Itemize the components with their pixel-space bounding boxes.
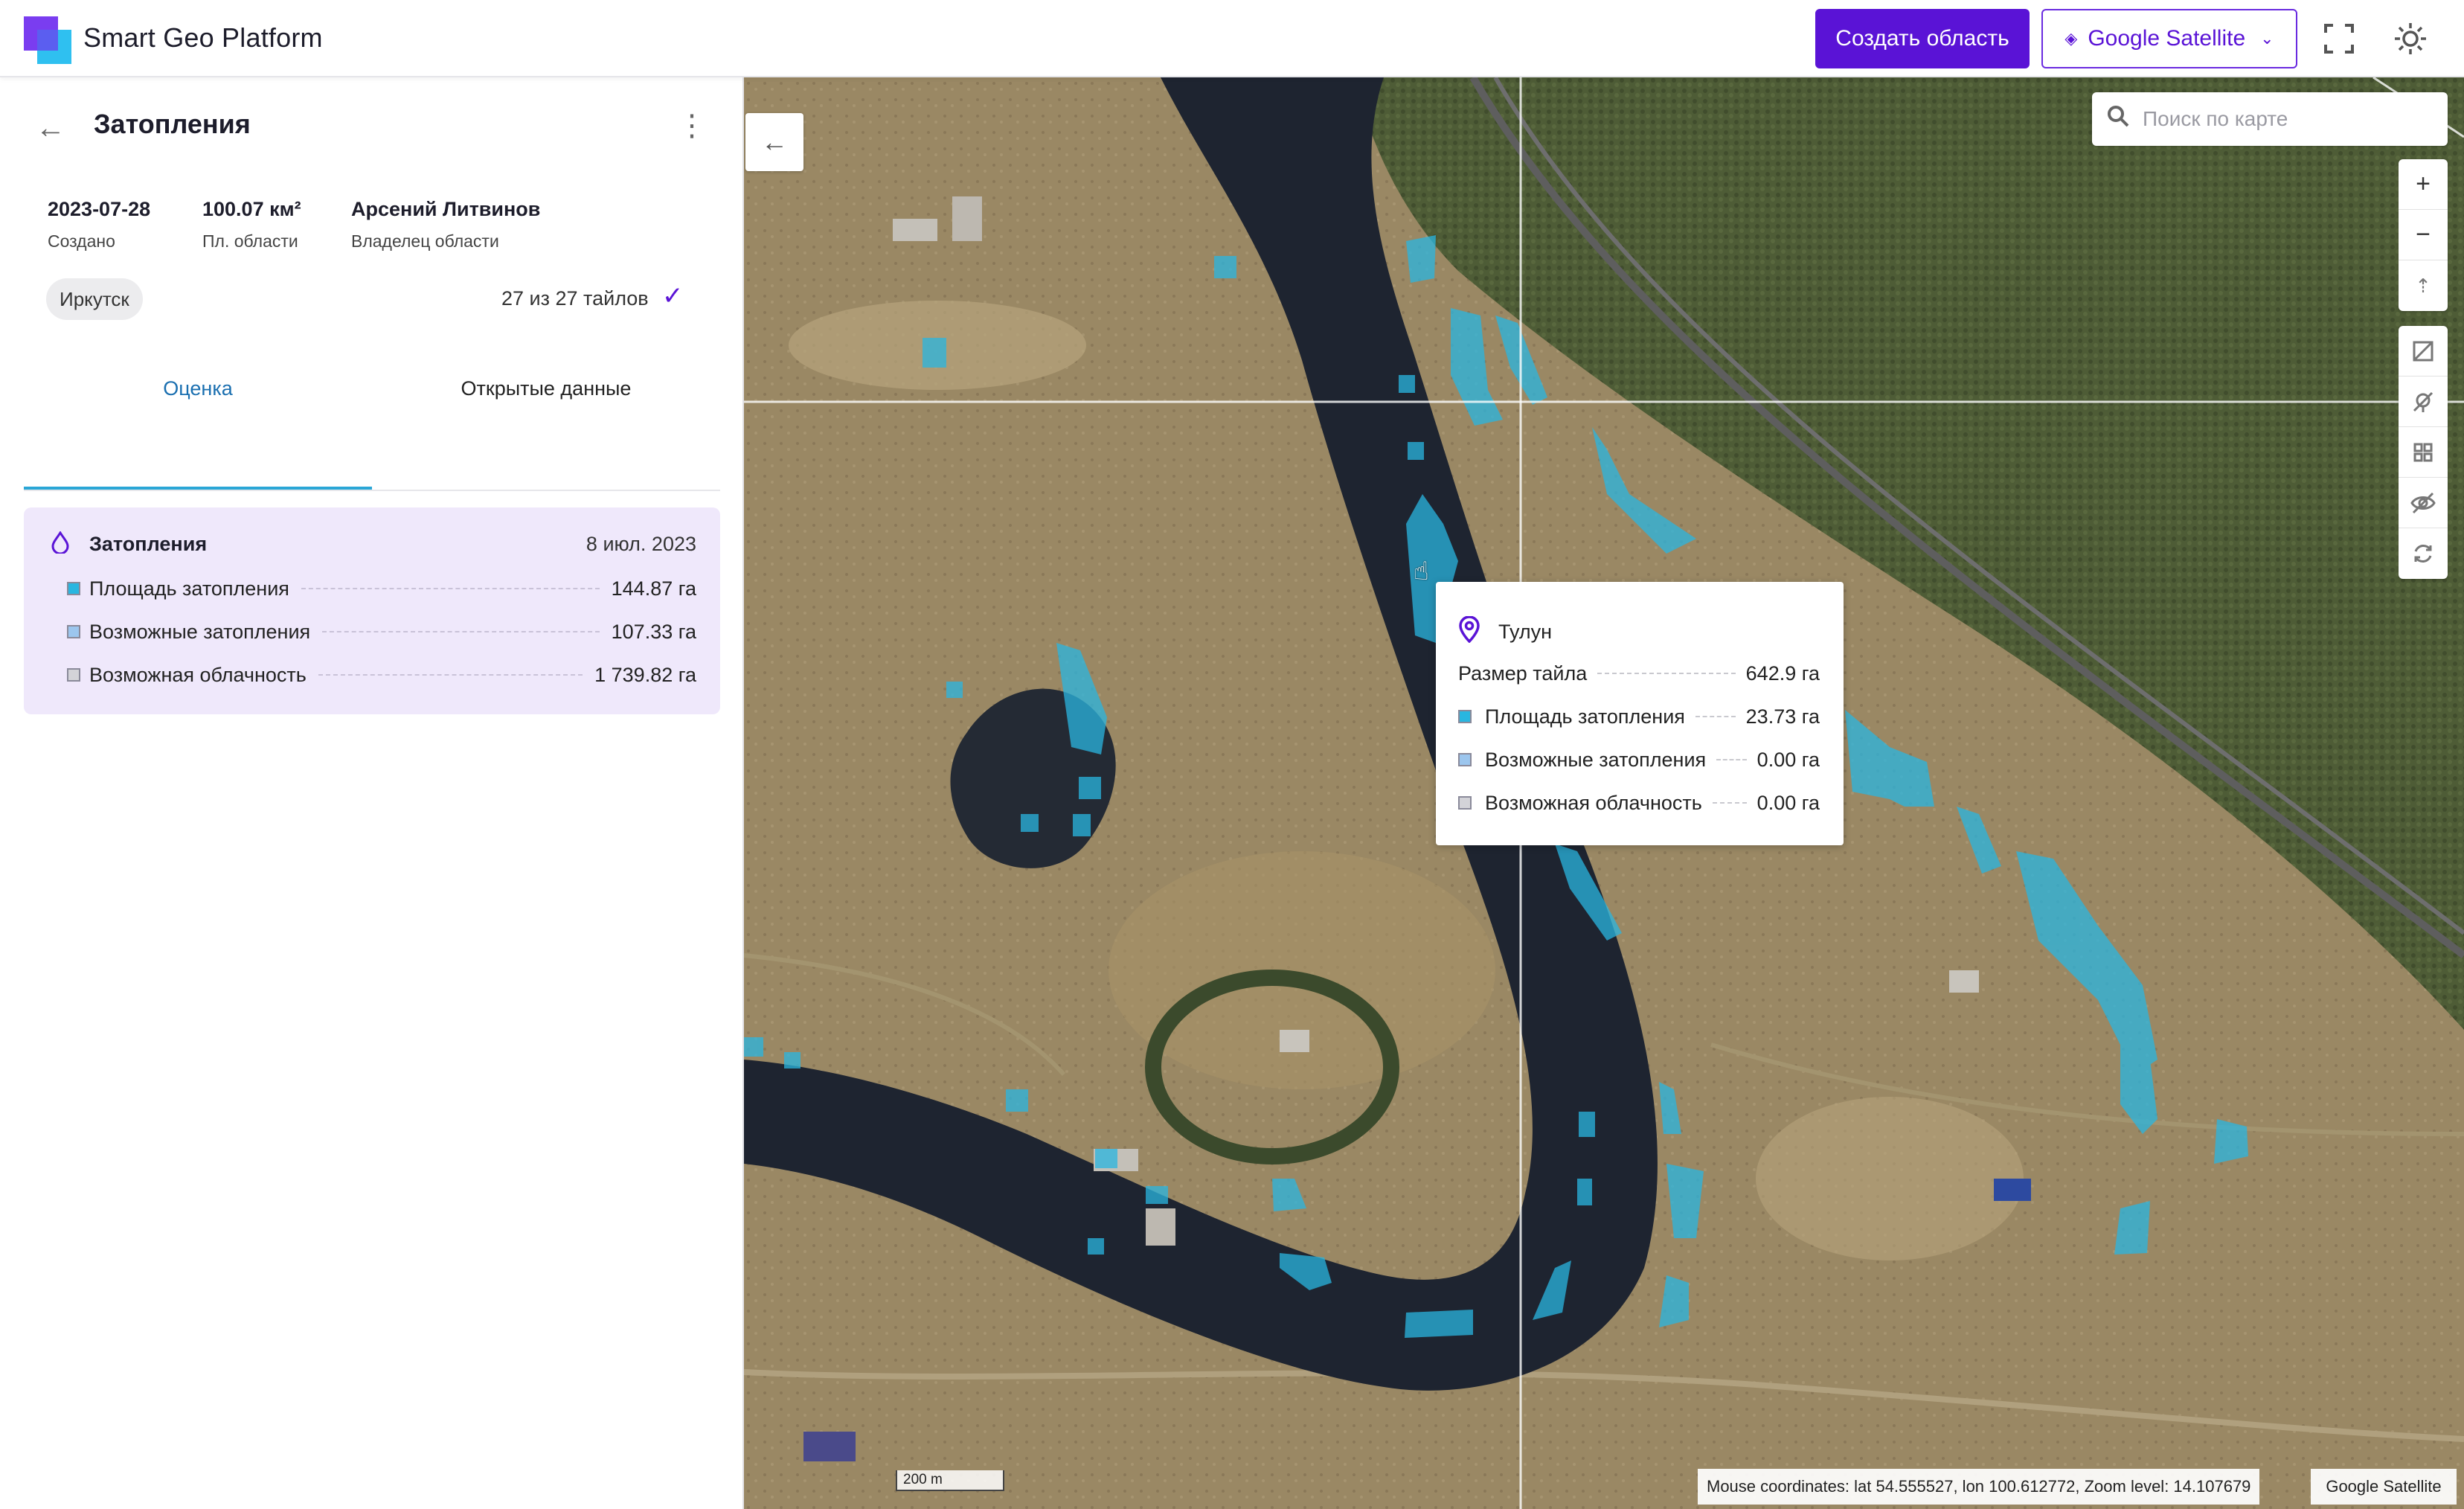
tooltip-place-name: Тулун bbox=[1498, 621, 1553, 643]
map-provider-attribution: Google Satellite bbox=[2311, 1469, 2457, 1505]
tab-assessment[interactable]: Оценка bbox=[24, 365, 372, 412]
basemap-select[interactable]: ◈ Google Satellite ⌄ bbox=[2041, 9, 2297, 68]
area-value: 100.07 км² bbox=[202, 198, 301, 220]
compass-north-icon[interactable]: ⇡ bbox=[2399, 260, 2448, 311]
tooltip-value: 0.00 га bbox=[1756, 791, 1820, 814]
map-collapse-arrow-icon[interactable]: ← bbox=[745, 113, 803, 171]
stat-row-possible-cloud: Возможная облачность 1 739.82 га bbox=[67, 662, 696, 688]
stat-row-flood-area: Площадь затопления 144.87 га bbox=[67, 576, 696, 601]
grid-icon[interactable] bbox=[2399, 427, 2448, 478]
tile-info-tooltip: Тулун Размер тайла 642.9 га Площадь зато… bbox=[1436, 582, 1844, 845]
chevron-down-icon: ⌄ bbox=[2260, 29, 2274, 48]
possible-cloud-swatch bbox=[1458, 796, 1472, 810]
map-search-input[interactable] bbox=[2143, 107, 2410, 131]
owner-meta: Арсений Литвинов Владелец области bbox=[351, 198, 540, 252]
tooltip-label: Возможная облачность bbox=[1485, 791, 1702, 814]
tab-open-data[interactable]: Открытые данные bbox=[372, 365, 720, 412]
layers-icon: ◈ bbox=[2064, 29, 2078, 48]
owner-value: Арсений Литвинов bbox=[351, 198, 541, 220]
basemap-select-label: Google Satellite bbox=[2088, 26, 2246, 51]
flood-area-swatch bbox=[1458, 710, 1472, 723]
app-logo[interactable] bbox=[24, 16, 71, 64]
stat-label: Площадь затопления bbox=[89, 577, 289, 600]
tooltip-row-flood-area: Площадь затопления 23.73 га bbox=[1458, 704, 1820, 729]
stat-label: Возможные затопления bbox=[89, 620, 311, 643]
tooltip-row-possible-cloud: Возможная облачность 0.00 га bbox=[1458, 790, 1820, 816]
water-drop-icon bbox=[51, 531, 70, 559]
stat-value: 144.87 га bbox=[611, 577, 696, 600]
flood-analysis-card[interactable]: Затопления 8 июл. 2023 Площадь затоплени… bbox=[24, 507, 720, 714]
panel-title: Затопления bbox=[94, 109, 251, 139]
region-chip[interactable]: Иркутск bbox=[46, 278, 143, 320]
tabs-divider bbox=[24, 490, 720, 491]
area-sidebar: ← Затопления ⋮ 2023-07-28 Создано 100.07… bbox=[0, 77, 744, 1509]
zoom-out-button[interactable]: − bbox=[2399, 210, 2448, 260]
analysis-date: 8 июл. 2023 bbox=[585, 533, 696, 555]
created-meta: 2023-07-28 Создано bbox=[48, 198, 150, 252]
analysis-name: Затопления bbox=[89, 533, 208, 555]
refresh-icon[interactable] bbox=[2399, 528, 2448, 579]
possible-cloud-swatch bbox=[67, 668, 80, 682]
stat-row-possible-flood: Возможные затопления 107.33 га bbox=[67, 619, 696, 644]
created-label: Создано bbox=[48, 231, 115, 251]
tooltip-label: Возможные затопления bbox=[1485, 748, 1707, 771]
map-scale-bar: 200 m bbox=[896, 1470, 1004, 1491]
visibility-off-icon[interactable] bbox=[2399, 478, 2448, 528]
more-options-icon[interactable]: ⋮ bbox=[677, 109, 707, 143]
tooltip-value: 642.9 га bbox=[1745, 661, 1820, 685]
tooltip-row-possible-flood: Возможные затопления 0.00 га bbox=[1458, 747, 1820, 772]
area-label: Пл. области bbox=[202, 231, 298, 251]
created-value: 2023-07-28 bbox=[48, 198, 151, 220]
tooltip-value: 23.73 га bbox=[1745, 705, 1820, 728]
tooltip-label: Размер тайла bbox=[1458, 661, 1588, 685]
create-area-button[interactable]: Создать область bbox=[1815, 9, 2030, 68]
fullscreen-icon[interactable] bbox=[2317, 16, 2361, 61]
tooltip-value: 0.00 га bbox=[1756, 748, 1820, 771]
satellite-map[interactable]: ← + − ⇡ ☝ bbox=[744, 77, 2464, 1509]
flood-area-swatch bbox=[67, 582, 80, 595]
search-icon bbox=[2107, 105, 2129, 133]
zoom-controls: + − ⇡ bbox=[2399, 159, 2448, 311]
possible-flood-swatch bbox=[1458, 753, 1472, 766]
draw-tools bbox=[2399, 326, 2448, 579]
check-icon: ✓ bbox=[662, 282, 684, 310]
mouse-coordinates: Mouse coordinates: lat 54.555527, lon 10… bbox=[1698, 1469, 2260, 1505]
back-arrow-icon[interactable]: ← bbox=[36, 112, 65, 145]
zoom-in-button[interactable]: + bbox=[2399, 159, 2448, 210]
possible-flood-swatch bbox=[67, 625, 80, 638]
map-search[interactable] bbox=[2092, 92, 2448, 146]
location-pin-icon bbox=[1458, 615, 1480, 649]
stat-label: Возможная облачность bbox=[89, 663, 307, 686]
tooltip-label: Площадь затопления bbox=[1485, 705, 1685, 728]
location-off-icon[interactable] bbox=[2399, 377, 2448, 427]
stat-value: 107.33 га bbox=[611, 620, 696, 643]
area-meta: 100.07 км² Пл. области bbox=[202, 198, 301, 252]
top-header: Smart Geo Platform Создать область ◈ Goo… bbox=[0, 0, 2464, 77]
tooltip-row-tile-size: Размер тайла 642.9 га bbox=[1458, 661, 1820, 686]
stat-value: 1 739.82 га bbox=[594, 663, 696, 686]
hand-cursor-icon: ☝ bbox=[1414, 557, 1429, 586]
tiles-status: 27 из 27 тайлов bbox=[501, 287, 649, 310]
owner-label: Владелец области bbox=[351, 231, 499, 251]
theme-sun-icon[interactable] bbox=[2388, 16, 2433, 61]
draw-polygon-off-icon[interactable] bbox=[2399, 326, 2448, 377]
app-title: Smart Geo Platform bbox=[83, 22, 323, 53]
